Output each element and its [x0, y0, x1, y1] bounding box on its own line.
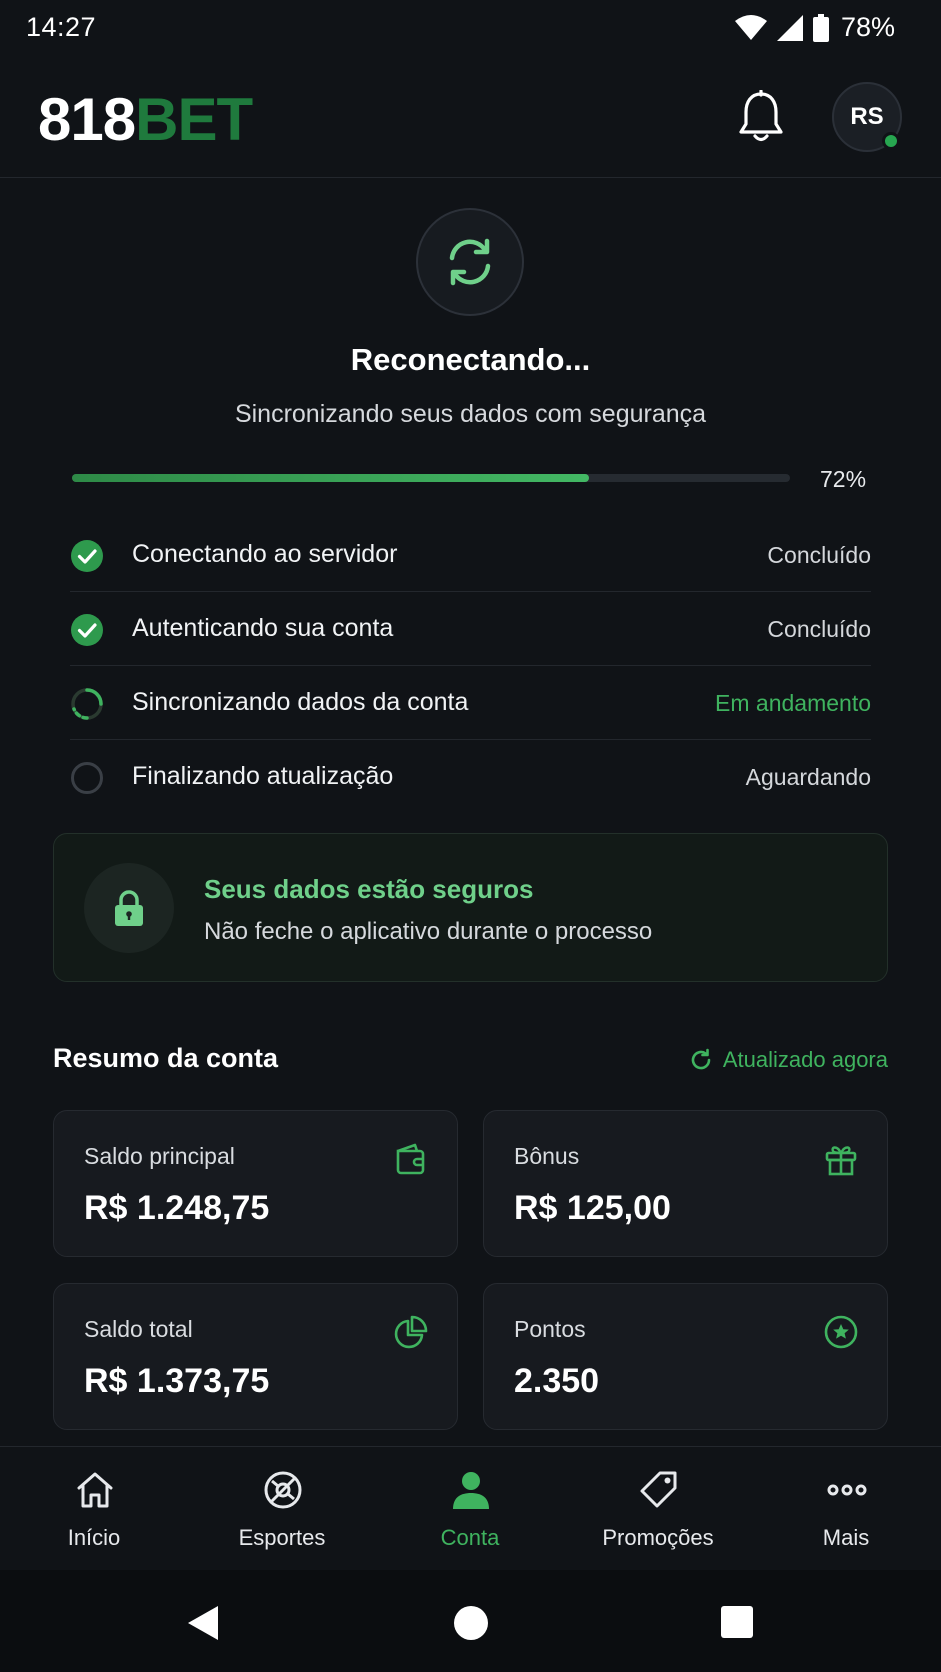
- card-main-balance[interactable]: Saldo principal R$ 1.248,75: [53, 1110, 458, 1257]
- nav-item-promocoes[interactable]: Promoções: [564, 1447, 752, 1571]
- progress-bar-fill: [72, 474, 589, 482]
- card-label: Saldo total: [84, 1316, 193, 1342]
- sync-indicator: [416, 208, 524, 316]
- step-status: Concluído: [767, 542, 871, 568]
- wallet-icon: [396, 1143, 425, 1175]
- reconnect-subtitle: Sincronizando seus dados com segurança: [234, 400, 707, 428]
- progress-bar: [72, 474, 790, 482]
- status-icons: 78%: [734, 12, 895, 43]
- card-points[interactable]: Pontos 2.350: [483, 1283, 888, 1430]
- card-label: Saldo principal: [84, 1143, 235, 1169]
- gift-icon: [825, 1146, 857, 1176]
- step-status: Aguardando: [745, 764, 871, 790]
- reconnect-steps: Conectando ao servidor Concluído Autenti…: [70, 518, 871, 814]
- user-icon: [453, 1472, 489, 1509]
- status-time: 14:27: [26, 12, 97, 42]
- pie-chart-icon: [394, 1315, 428, 1349]
- nav-label: Início: [67, 1525, 121, 1550]
- summary-title: Resumo da conta: [53, 1043, 279, 1073]
- back-icon[interactable]: [186, 1604, 220, 1642]
- card-total-balance[interactable]: Saldo total R$ 1.373,75: [53, 1283, 458, 1430]
- star-badge-icon: [824, 1315, 858, 1349]
- secure-notice-title: Seus dados estão seguros: [204, 874, 534, 904]
- summary-updated[interactable]: Atualizado agora: [689, 1047, 888, 1073]
- step-connect-server: Conectando ao servidor Concluído: [70, 518, 871, 592]
- notification-bell-icon[interactable]: [736, 90, 786, 144]
- step-label: Sincronizando dados da conta: [132, 688, 469, 716]
- logo-word: BET: [135, 86, 253, 153]
- card-label: Pontos: [514, 1316, 586, 1342]
- home-icon: [77, 1472, 113, 1508]
- wifi-icon: [734, 14, 767, 40]
- card-bonus[interactable]: Bônus R$ 125,00: [483, 1110, 888, 1257]
- nav-item-esportes[interactable]: Esportes: [188, 1447, 376, 1571]
- summary-updated-label: Atualizado agora: [722, 1047, 888, 1072]
- nav-label: Conta: [440, 1525, 500, 1550]
- status-bar: 14:27 78%: [0, 0, 941, 56]
- step-finalize: Finalizando atualização Aguardando: [70, 740, 871, 814]
- card-value: 2.350: [514, 1362, 600, 1400]
- card-label: Bônus: [514, 1143, 580, 1169]
- app-screen: 14:27 78% 818BET RS Reconectando... Sinc…: [0, 0, 941, 1672]
- nav-label: Esportes: [238, 1525, 326, 1550]
- lock-badge: [84, 863, 174, 953]
- step-status: Concluído: [767, 616, 871, 642]
- app-header: 818BET RS: [0, 56, 941, 178]
- home-button[interactable]: [454, 1606, 488, 1640]
- reconnect-title: Reconectando...: [350, 342, 591, 377]
- logo-number: 818: [38, 86, 136, 153]
- step-label: Autenticando sua conta: [132, 614, 394, 642]
- secure-notice-text: Não feche o aplicativo durante o process…: [204, 918, 653, 945]
- bottom-navigation: Início Esportes Conta Promoções Mais: [0, 1446, 941, 1570]
- brand-logo[interactable]: 818BET: [38, 90, 253, 150]
- tag-icon: [640, 1471, 677, 1508]
- nav-label: Promoções: [602, 1525, 714, 1550]
- empty-circle-icon: [71, 762, 103, 794]
- card-value: R$ 1.373,75: [84, 1362, 270, 1400]
- step-label: Conectando ao servidor: [132, 540, 398, 568]
- nav-item-mais[interactable]: Mais: [752, 1447, 940, 1571]
- step-status: Em andamento: [715, 690, 871, 716]
- system-navigation-bar: [0, 1570, 941, 1672]
- online-status-dot: [882, 132, 900, 150]
- card-value: R$ 1.248,75: [84, 1189, 270, 1227]
- refresh-icon: [691, 1048, 711, 1070]
- sync-refresh-icon: [449, 238, 491, 286]
- lock-icon: [115, 890, 143, 926]
- recent-apps-button[interactable]: [721, 1606, 753, 1638]
- nav-label: Mais: [822, 1525, 870, 1550]
- more-icon: [827, 1484, 867, 1496]
- check-circle-icon: [71, 614, 103, 646]
- nav-item-conta[interactable]: Conta: [376, 1447, 564, 1571]
- sports-ball-icon: [264, 1471, 302, 1509]
- battery-percent: 78%: [840, 12, 895, 42]
- nav-item-inicio[interactable]: Início: [0, 1447, 188, 1571]
- step-sync-data: Sincronizando dados da conta Em andament…: [70, 666, 871, 740]
- step-authenticate: Autenticando sua conta Concluído: [70, 592, 871, 666]
- card-value: R$ 125,00: [514, 1189, 671, 1227]
- check-circle-icon: [71, 540, 103, 572]
- progress-percent: 72%: [820, 466, 867, 492]
- signal-icon: [776, 14, 803, 41]
- secure-notice-card: Seus dados estão seguros Não feche o apl…: [53, 833, 888, 982]
- step-label: Finalizando atualização: [132, 762, 394, 790]
- battery-icon: [812, 13, 829, 42]
- loading-spinner-icon: [71, 688, 103, 720]
